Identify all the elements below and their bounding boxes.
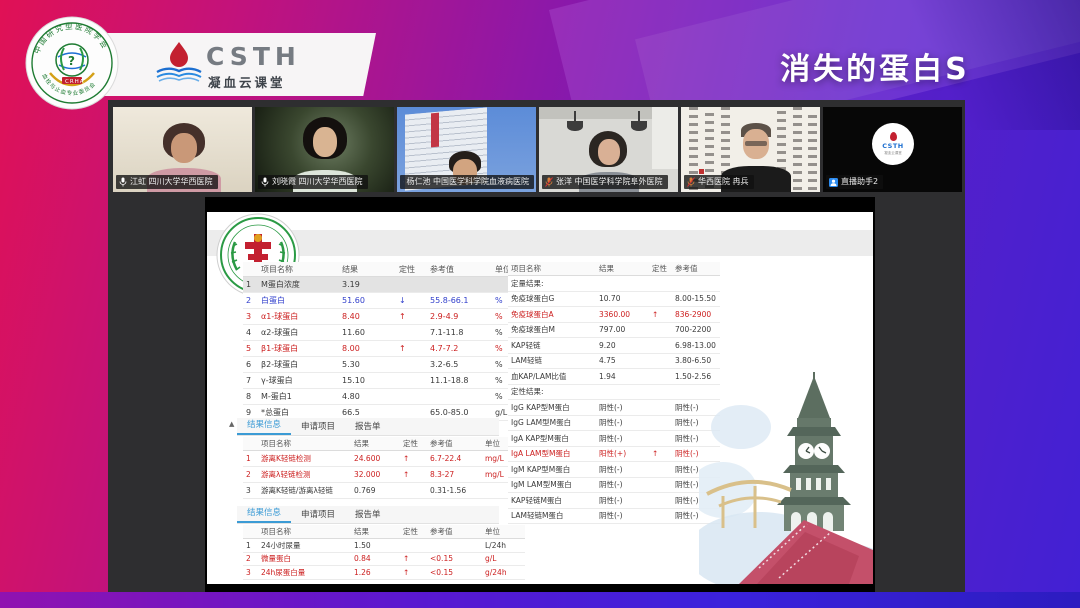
svg-text:?: ? [68,54,75,68]
page-title: 消失的蛋白S [690,44,1060,88]
svg-text:CRHA: CRHA [65,79,85,85]
csth-acronym: CSTH [206,42,301,71]
table-row[interactable]: 8M-蛋白14.80% [243,389,519,405]
page-header-band [207,230,873,256]
table-row[interactable]: 3游离K轻链/游离λ轻链0.7690.31-1.56 [243,483,525,499]
tab-report-sheet[interactable]: 报告单 [345,508,391,523]
conference-window: 江虹 四川大学华西医院 刘晓霞 四川大学华西医院 杨仁池 中国医学科学院血液病医… [108,100,965,592]
window [652,107,678,169]
table-row[interactable]: 124小时尿量1.50L/24h [243,539,525,553]
webinar-screenshot: { "header": { "title": "消失的蛋白S", "societ… [0,0,1080,608]
table-row[interactable]: 1M蛋白浓度3.19 [243,277,519,293]
table-row[interactable]: 定量结果: [508,276,720,292]
video-strip: 江虹 四川大学华西医院 刘晓霞 四川大学华西医院 杨仁池 中国医学科学院血液病医… [113,107,962,192]
table-row[interactable]: LAM轻链4.753.80-6.50 [508,354,720,370]
urine-protein-table: 项目名称结果定性参考值单位124小时尿量1.50L/24h2微量蛋白0.84↑<… [243,525,525,580]
mic-on-icon [261,177,269,187]
table-row[interactable]: 免疫球蛋白A3360.00↑836-2900 [508,307,720,323]
table-row[interactable]: LAM轻链M蛋白阴性(-)阴性(-) [508,509,720,525]
lab-report-page: 1892 项目名称结果定性参考值单位1M蛋白浓度3.192白蛋白51.60↓55… [207,212,873,584]
mic-muted-icon [687,177,695,187]
table-row[interactable]: 2白蛋白51.60↓55.8-66.1% [243,293,519,309]
csth-avatar-logo: CSTH 凝血云课堂 [872,123,914,165]
csth-subtitle: 凝血云课堂 [208,72,286,91]
table-row[interactable]: IgM KAP型M蛋白阴性(-)阴性(-) [508,462,720,478]
participant-name-label: 杨仁池 中国医学科学院血液病医院 [400,175,534,189]
participant-name-label: 张洋 中国医学科学院阜外医院 [542,175,668,189]
building-sign [431,113,439,148]
participant-video-3-active-speaker[interactable]: 杨仁池 中国医学科学院血液病医院 [397,107,536,192]
blood-drop-icon [890,132,897,141]
tab-bar-urine: 结果信息 申请项目 报告单 [237,506,499,524]
table-row[interactable]: 血KAP/LAM比值1.941.50-2.56 [508,369,720,385]
table-row[interactable]: 2微量蛋白0.84↑<0.15g/L [243,553,525,567]
participant-video-4[interactable]: 张洋 中国医学科学院阜外医院 [539,107,678,192]
participant-name-label: 华西医院 冉兵 [684,175,754,189]
person-icon [829,178,838,187]
table-row[interactable]: KAP轻链M蛋白阴性(-)阴性(-) [508,493,720,509]
tab-request-items[interactable]: 申请项目 [291,508,345,523]
table-row[interactable]: IgM LAM型M蛋白阴性(-)阴性(-) [508,478,720,494]
table-row[interactable]: 4α2-球蛋白11.607.1-11.8% [243,325,519,341]
table-row[interactable]: 1游离K轻链检测24.600↑6.7-22.4mg/L [243,451,525,467]
glasses [745,141,767,146]
red-seal [699,169,704,174]
table-row[interactable]: 3α1-球蛋白8.40↑2.9-4.9% [243,309,519,325]
mic-on-icon [119,177,127,187]
mic-muted-icon [545,177,553,187]
csth-logo: CSTH 凝血云课堂 [146,40,366,90]
table-row[interactable]: IgG KAP型M蛋白阴性(-)阴性(-) [508,400,720,416]
participant-video-2[interactable]: 刘晓霞 四川大学华西医院 [255,107,394,192]
immunoglobulin-table: 项目名称结果定性参考值定量结果:免疫球蛋白G10.708.00-15.50免疫球… [508,262,720,524]
table-row[interactable]: 免疫球蛋白G10.708.00-15.50 [508,292,720,308]
table-row[interactable]: KAP轻链9.206.98-13.00 [508,338,720,354]
table-header-row: 项目名称结果定性参考值单位 [243,525,525,539]
screen-share-area: 1892 项目名称结果定性参考值单位1M蛋白浓度3.192白蛋白51.60↓55… [205,197,875,592]
participant-video-6-assistant[interactable]: CSTH 凝血云课堂 直播助手2 [823,107,962,192]
participant-video-1[interactable]: 江虹 四川大学华西医院 [113,107,252,192]
table-row[interactable]: 免疫球蛋白M797.00700-2200 [508,323,720,339]
table-row[interactable]: 5β1-球蛋白8.00↑4.7-7.2% [243,341,519,357]
huaxi-clocktower-watercolor-icon [699,372,873,584]
collapse-triangle-icon[interactable]: ▲ [229,420,234,428]
table-row[interactable]: 6β2-球蛋白5.303.2-6.5% [243,357,519,373]
participant-name-label: 刘晓霞 四川大学华西医院 [258,175,368,189]
free-light-chain-table: 项目名称结果定性参考值单位1游离K轻链检测24.600↑6.7-22.4mg/L… [243,437,525,499]
table-header-row: 项目名称结果定性参考值单位 [243,262,519,277]
participant-name-label: 直播助手2 [826,175,883,189]
blood-drop-book-icon [154,40,204,86]
tab-bar-flc: 结果信息 申请项目 报告单 [237,418,499,436]
tab-request-items[interactable]: 申请项目 [291,420,345,435]
participant-name-label: 江虹 四川大学华西医院 [116,175,218,189]
society-seal-icon: 中国研究型医院学会 血栓与止血专业委员会 ? CRHA [24,14,120,112]
pendant-lamp-icon [631,121,647,131]
table-row[interactable]: 定性结果: [508,385,720,401]
table-header-row: 项目名称结果定性参考值单位 [243,437,525,451]
table-row[interactable]: 2游离λ轻链检测32.000↑8.3-27mg/L [243,467,525,483]
table-row[interactable]: IgG LAM型M蛋白阴性(-)阴性(-) [508,416,720,432]
table-row[interactable]: IgA LAM型M蛋白阳性(+)↑阴性(-) [508,447,720,463]
tab-result-info[interactable]: 结果信息 [237,418,291,435]
table-row[interactable]: 7γ-球蛋白15.1011.1-18.8% [243,373,519,389]
participant-video-5[interactable]: 华西医院 冉兵 [681,107,820,192]
bottom-accent-bar [0,592,1080,608]
pendant-lamp-icon [567,121,583,131]
table-row[interactable]: IgA KAP型M蛋白阴性(-)阴性(-) [508,431,720,447]
tab-report-sheet[interactable]: 报告单 [345,420,391,435]
tab-result-info[interactable]: 结果信息 [237,506,291,523]
table-header-row: 项目名称结果定性参考值 [508,262,720,276]
protein-electrophoresis-table: 项目名称结果定性参考值单位1M蛋白浓度3.192白蛋白51.60↓55.8-66… [243,262,519,421]
table-row[interactable]: 324h尿蛋白量1.26↑<0.15g/24h [243,566,525,580]
